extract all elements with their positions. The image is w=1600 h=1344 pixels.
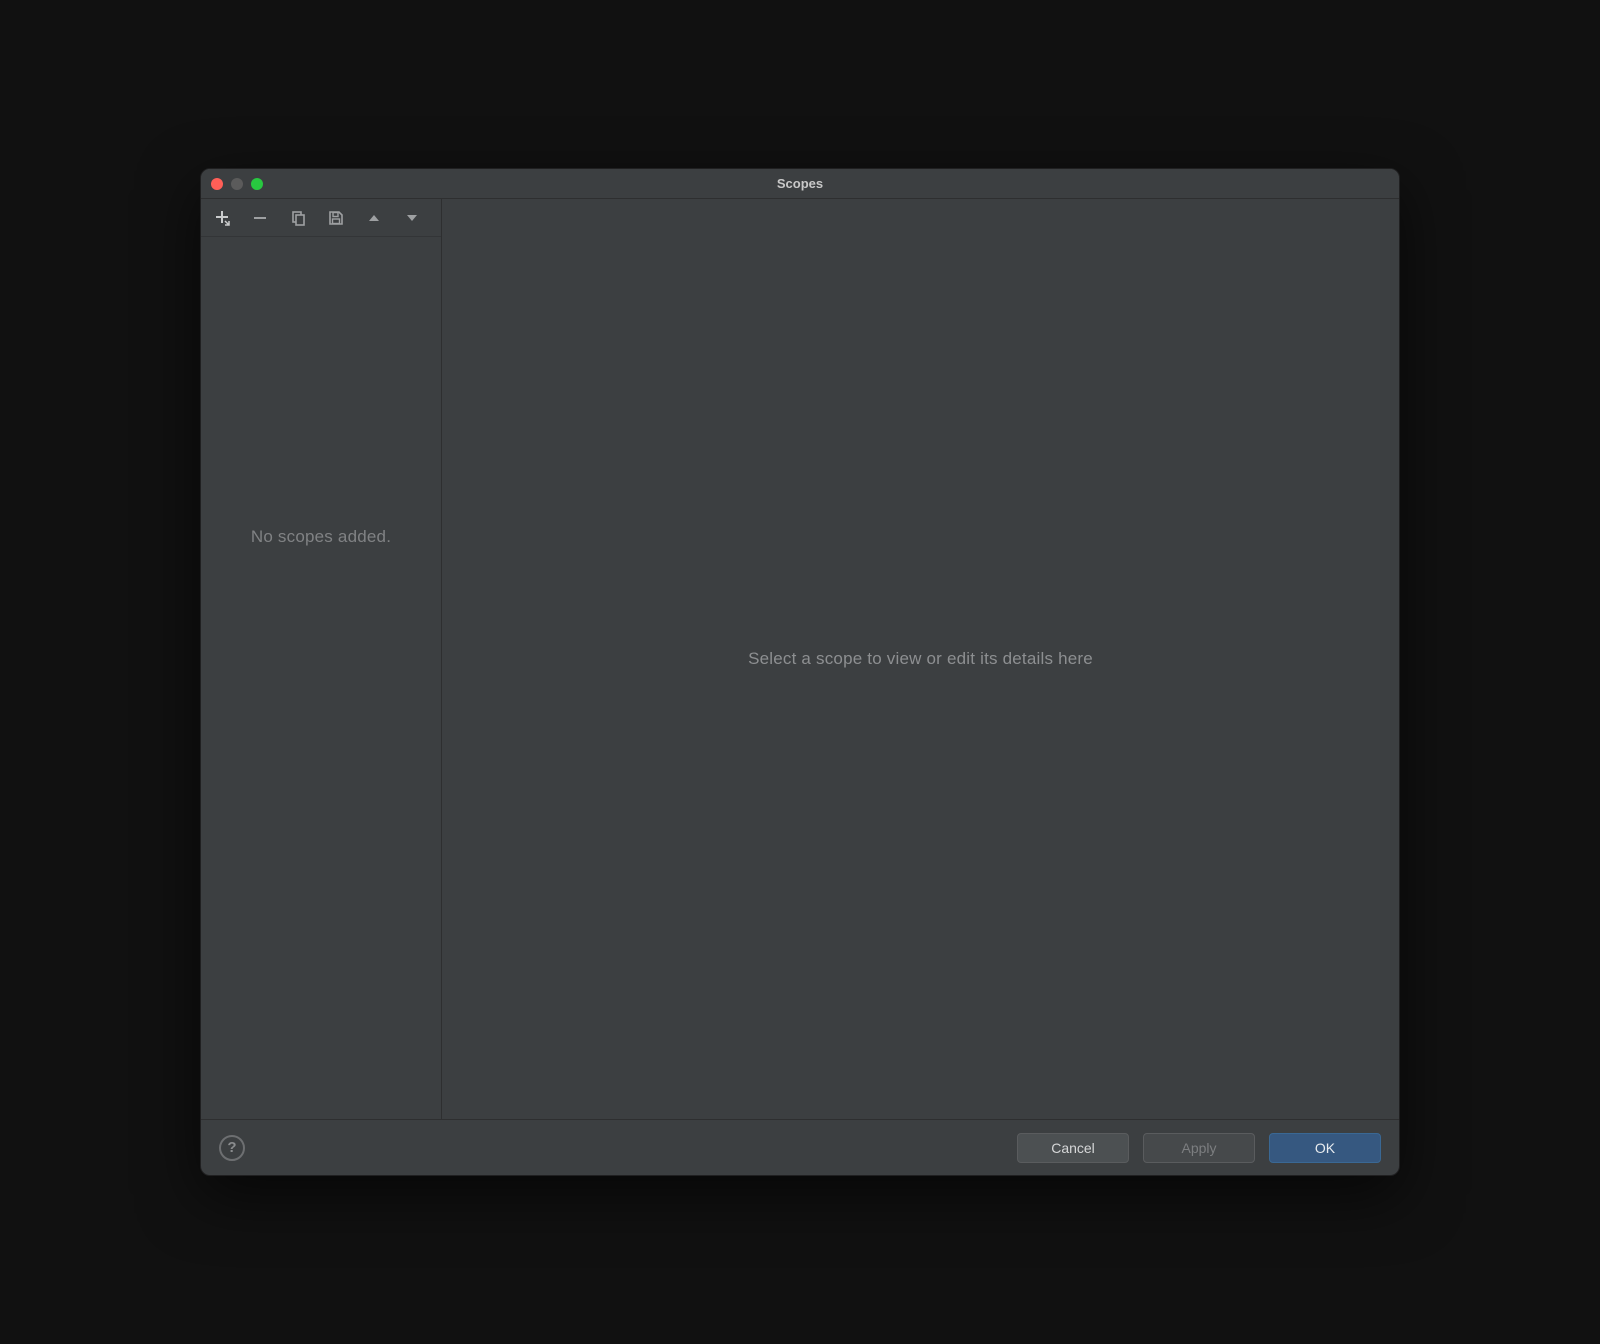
window-minimize-button[interactable]: [231, 178, 243, 190]
help-button[interactable]: ?: [219, 1135, 245, 1161]
add-icon: [213, 209, 231, 227]
add-scope-button[interactable]: [209, 205, 235, 231]
scopes-dialog: Scopes: [200, 168, 1400, 1176]
window-close-button[interactable]: [211, 178, 223, 190]
sidebar-toolbar: [201, 199, 441, 237]
dialog-footer: ? Cancel Apply OK: [201, 1119, 1399, 1175]
copy-icon: [290, 210, 306, 226]
chevron-down-icon: [405, 211, 419, 225]
chevron-up-icon: [367, 211, 381, 225]
cancel-button-label: Cancel: [1051, 1140, 1095, 1156]
ok-button[interactable]: OK: [1269, 1133, 1381, 1163]
cancel-button[interactable]: Cancel: [1017, 1133, 1129, 1163]
save-icon: [328, 210, 344, 226]
apply-button[interactable]: Apply: [1143, 1133, 1255, 1163]
apply-button-label: Apply: [1181, 1140, 1216, 1156]
detail-pane: Select a scope to view or edit its detai…: [442, 199, 1399, 1119]
detail-hint: Select a scope to view or edit its detai…: [748, 649, 1093, 669]
help-icon: ?: [227, 1140, 236, 1155]
window-zoom-button[interactable]: [251, 178, 263, 190]
move-down-button[interactable]: [399, 205, 425, 231]
empty-scopes-label: No scopes added.: [251, 527, 391, 547]
window-title: Scopes: [201, 176, 1399, 191]
scopes-list: No scopes added.: [201, 237, 441, 1119]
copy-scope-button[interactable]: [285, 205, 311, 231]
remove-icon: [252, 210, 268, 226]
title-bar: Scopes: [201, 169, 1399, 199]
sidebar: No scopes added.: [201, 199, 442, 1119]
move-up-button[interactable]: [361, 205, 387, 231]
ok-button-label: OK: [1315, 1140, 1335, 1156]
remove-scope-button[interactable]: [247, 205, 273, 231]
save-scope-button[interactable]: [323, 205, 349, 231]
